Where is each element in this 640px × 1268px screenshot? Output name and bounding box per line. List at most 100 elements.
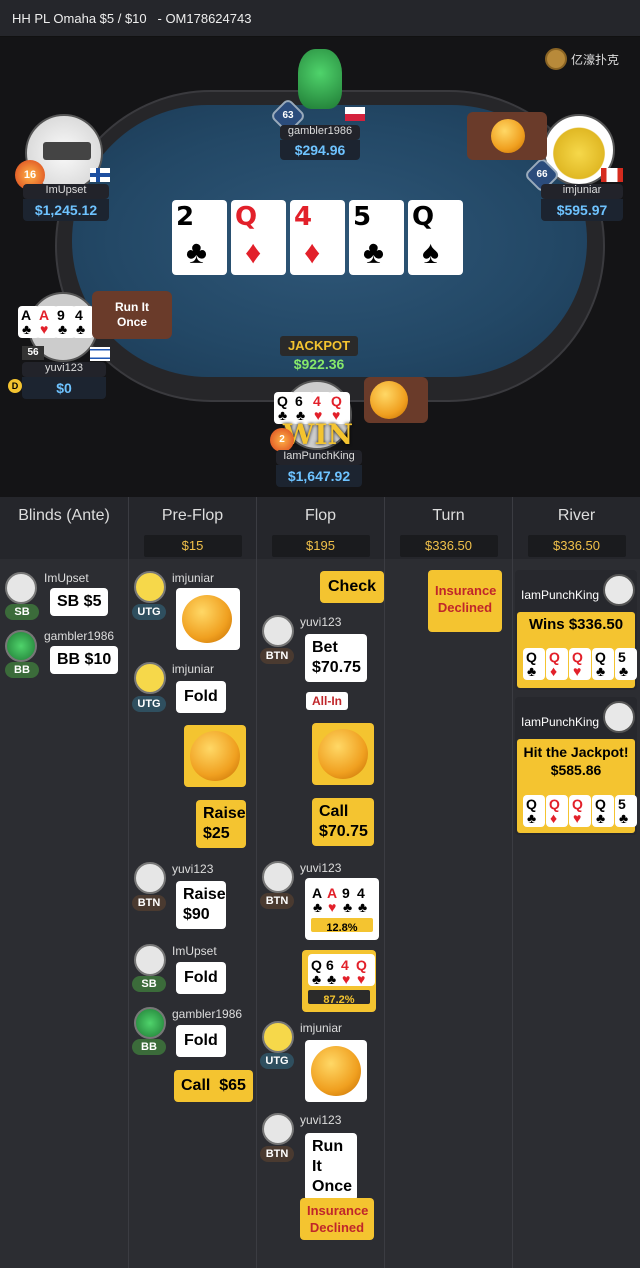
playing-card: 4 ♦ [290,200,345,275]
hole-cards: A ♣ A ♥ 9 ♣ 4 ♣ [309,882,376,916]
playing-card: Q ♣ [592,795,614,827]
position-badge: SB [5,604,39,620]
card-suit-icon: ♣ [58,321,68,337]
jackpot-amount: $585.86 [550,762,602,778]
israel-flag-icon [90,347,110,361]
card-suit-icon: ♣ [527,810,537,826]
card-suit-icon: ♣ [619,810,629,826]
playing-card: Q ♥ [569,795,591,827]
action-bubble: Call $70.75 [312,798,374,846]
level-number: 16 [23,169,37,181]
all-in-badge: All-In [306,692,348,710]
seat-iampunchking[interactable]: Q ♣ 6 ♣ 4 ♥ Q ♥ WIN 2 IamPunchKing $1,647.92 [268,380,368,490]
equity-percent: 12.8% [311,918,373,934]
col-header-preflop: Pre-Flop $15 [129,497,257,559]
player-name: IamPunchKing [521,588,600,602]
revolver-avatar-icon [134,944,166,976]
playing-card: 2 ♣ [172,200,227,275]
card-suit-icon: ♣ [596,810,606,826]
position-badge: BB [5,662,39,678]
playing-card: 4 ♣ [354,882,376,915]
action-bubble: Bet $70.75 [305,634,367,682]
playing-card: Q ♦ [546,648,568,680]
card-suit-icon: ♣ [343,899,353,915]
winning-cards: Q ♣ Q ♦ Q ♥ Q ♣ 5 ♣ [523,795,637,829]
action-bubble: SB $5 [50,588,109,616]
player-stack: $1,647.92 [276,465,362,487]
shocked-face-icon [190,731,240,781]
card-suit-icon: ♣ [327,971,337,987]
equity-percent: 87.2% [308,990,370,1006]
position-badge: BTN [260,1146,294,1162]
smug-face-icon [491,119,525,153]
card-rank: 2 [176,202,195,232]
action-bubble: Raise $25 [196,800,246,848]
col-header-river: River $336.50 [513,497,640,559]
playing-card: Q ♥ [353,954,375,987]
insurance-bubble: Insurance Declined [300,1198,374,1240]
action-bubble: Run It Once [305,1133,357,1201]
col-turn [385,559,513,1268]
playing-card: Q ♣ [523,795,545,827]
duck-avatar-icon [262,861,294,893]
card-suit-icon: ♣ [619,663,629,679]
jackpot-body: Hit the Jackpot! $585.86 Q ♣ Q ♦ Q ♥ Q ♣ 5 ♣ [517,739,637,833]
playing-card: 4 ♣ [72,306,94,338]
player-name: yuvi123 [172,862,214,876]
player-name: ImUpset [44,571,89,585]
dragon-avatar-icon [298,49,342,109]
emote-bubble [312,723,374,785]
player-name: ImUpset [172,944,217,958]
player-name: yuvi123 [300,1113,342,1127]
level-number: 2 [279,434,285,445]
player-name: imjuniar [172,571,215,585]
bart-avatar-icon [134,571,166,603]
brand-emblem-icon [545,48,567,70]
bart-avatar-icon [262,1021,294,1053]
playing-card: Q ♦ [231,200,286,275]
position-badge: BB [132,1039,166,1055]
card-suit-icon: ♣ [527,663,537,679]
jackpot-label: JACKPOT [280,336,358,356]
dragon-avatar-icon [134,1007,166,1039]
seat-gambler1986[interactable]: 63 gambler1986 $294.96 [269,45,365,163]
pot-amount: $15 [143,535,242,557]
win-card: IamPunchKing Wins $336.50 Q ♣ Q ♦ Q ♥ Q ♣ 5 ♣ [515,570,637,690]
position-badge: UTG [132,696,166,712]
action-bubble: Raise $90 [176,881,226,929]
jackpot-card: IamPunchKing Hit the Jackpot! $585.86 Q ♣… [515,697,637,835]
equity-card: A ♣ A ♥ 9 ♣ 4 ♣ 12.8% [305,878,379,940]
player-name: gambler1986 [44,629,115,643]
player-name: IamPunchKing [521,715,600,729]
hand-id: OM178624743 [165,11,252,26]
card-suit-icon: ♥ [573,663,582,679]
dealer-button: D [8,379,22,393]
emote-bubble [184,725,246,787]
action-bubble: Check [320,571,385,603]
action-bubble: BB $10 [50,646,119,674]
action-bubble: Call $65 [174,1070,253,1102]
jackpot-value: $922.36 [293,356,345,372]
card-rank: Q [235,202,258,232]
col-title: Turn [432,507,465,524]
seat-imupset[interactable]: 16 ImUpset $1,245.12 [15,112,115,222]
card-suit-icon: ♠ [422,234,439,270]
finland-cross-v [96,168,100,182]
brand-name: 亿濠扑克 [571,52,620,67]
card-suit-icon: ♣ [313,899,323,915]
shocked-face-icon [318,729,368,779]
canada-flag-icon [601,168,623,182]
card-suit-icon: ♣ [76,321,86,337]
dragon-avatar-icon [5,630,37,662]
brand-logo: 亿濠扑克 [545,45,630,73]
card-suit-icon: ♦ [304,234,321,270]
playing-card: Q ♠ [408,200,463,275]
emote-bubble [364,377,428,423]
pot-amount: $195 [271,535,370,557]
player-stack: $0 [22,377,106,399]
action-bubble: Fold [176,962,226,994]
card-rank: 5 [353,202,372,232]
card-suit-icon: ♥ [40,321,49,337]
avatar [603,574,635,606]
player-name: imjuniar [172,662,215,676]
